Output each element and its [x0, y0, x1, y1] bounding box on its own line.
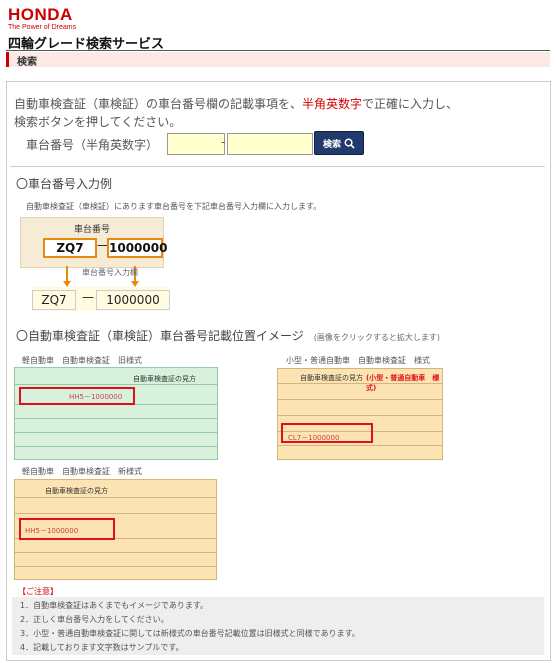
chassis-number-label: 車台番号（半角英数字） — [26, 138, 159, 152]
logo-wordmark: HONDA — [8, 5, 73, 24]
location-subnote: (画像をクリックすると拡大します) — [313, 333, 441, 342]
cert-std-highlight — [281, 423, 373, 443]
search-button[interactable]: 検索 — [314, 131, 364, 155]
search-button-label: 検索 — [322, 139, 341, 150]
example-heading: 〇車台番号入力例 — [16, 177, 113, 191]
cert-line — [15, 384, 217, 385]
cert-line — [278, 383, 442, 384]
logo-tagline: The Power of Dreams — [8, 24, 77, 31]
example-input-row: ZQ7 — 1000000 — [32, 287, 170, 311]
cert-std-title: 自動車検査証の見方 — [300, 374, 363, 382]
section-title: 検索 — [17, 57, 37, 68]
cert-old-caption: 軽自動車 自動車検査証 旧様式 — [22, 356, 142, 365]
example-output-dash: — — [82, 290, 94, 304]
cert-line — [15, 446, 217, 447]
location-heading-text: 〇自動車検査証（車検証）車台番号記載位置イメージ — [16, 329, 304, 343]
example-segment-prefix: ZQ7 — [43, 238, 97, 258]
arrow-left-stem — [66, 266, 68, 282]
cert-line — [278, 415, 442, 416]
cert-old-image[interactable]: 自動車検査証の見方 HH5－1000000 — [14, 367, 218, 460]
cert-new-caption: 軽自動車 自動車検査証 新様式 — [22, 467, 142, 476]
example-card-label: 車台番号 — [73, 225, 110, 235]
caution-item: 3．小型・普通自動車検査証に関しては新様式の車台番号記載位置は旧様式と同様であり… — [20, 629, 360, 638]
cert-line — [15, 566, 216, 567]
chassis-number-input[interactable] — [227, 133, 313, 155]
arrow-label: 車台番号入力欄 — [82, 268, 138, 277]
cert-std-caption: 小型・普通自動車 自動車検査証 様式 — [286, 356, 430, 365]
cert-line — [15, 418, 217, 419]
chassis-separator: - — [221, 135, 226, 149]
cert-line — [15, 432, 217, 433]
cert-new-image[interactable]: 自動車検査証の見方 HH5－1000000 — [14, 479, 217, 580]
cert-old-title: 自動車検査証の見方 — [133, 375, 196, 383]
magnifier-icon — [344, 138, 355, 149]
chassis-prefix-input[interactable] — [167, 133, 225, 155]
caution-item: 4．記載しております文字数はサンプルです。 — [20, 643, 184, 652]
example-output-prefix: ZQ7 — [32, 290, 76, 310]
intro-highlight: 半角英数字 — [302, 97, 363, 111]
cert-line — [15, 552, 216, 553]
intro-line1-after: で正確に入力し、 — [362, 97, 459, 111]
intro-text: 自動車検査証（車検証）の車台番号欄の記載事項を、半角英数字で正確に入力し、 検索… — [14, 95, 544, 131]
cert-line — [278, 445, 442, 446]
caution-item: 1．自動車検査証はあくまでもイメージであります。 — [20, 601, 209, 610]
cert-line — [15, 497, 216, 498]
cert-line — [278, 399, 442, 400]
title-divider — [6, 50, 550, 51]
example-chassis-card: 車台番号 ZQ7 — 1000000 — [20, 217, 167, 268]
caution-item: 2．正しく車台番号入力をしてください。 — [20, 615, 169, 624]
location-heading: 〇自動車検査証（車検証）車台番号記載位置イメージ (画像をクリックすると拡大します… — [16, 327, 440, 344]
example-output-number: 1000000 — [96, 290, 170, 310]
divider — [10, 166, 545, 167]
cert-std-image[interactable]: 自動車検査証の見方 (小型・普通自動車 様式) CL7－1000000 — [277, 368, 443, 460]
cert-new-title: 自動車検査証の見方 — [45, 487, 108, 495]
cert-new-highlight — [19, 518, 115, 540]
example-note: 自動車検査証（車検証）にあります車台番号を下記車台番号入力欄に入力します。 — [26, 202, 322, 211]
cert-line — [15, 513, 216, 514]
intro-line1-before: 自動車検査証（車検証）の車台番号欄の記載事項を、 — [14, 97, 303, 111]
cert-old-highlight — [19, 387, 135, 405]
section-header: 検索 — [6, 52, 550, 68]
intro-line2: 検索ボタンを押してください。 — [14, 115, 182, 129]
caution-title: 【ご注意】 — [18, 587, 58, 596]
honda-logo[interactable]: HONDA The Power of Dreams — [8, 6, 76, 32]
example-segment-number: 1000000 — [107, 238, 167, 258]
